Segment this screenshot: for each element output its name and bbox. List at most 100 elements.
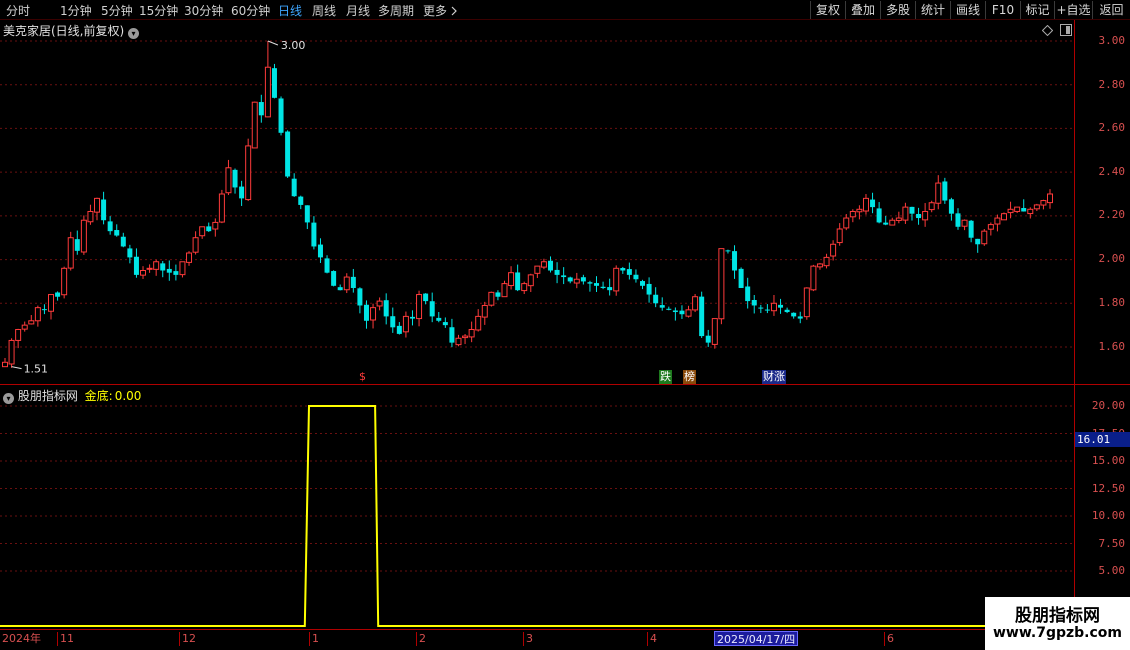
price-tick: 1.80 — [1098, 296, 1126, 309]
candle-body — [146, 267, 153, 270]
candle-body — [212, 221, 219, 230]
period-tab-more[interactable]: 更多 — [423, 2, 458, 19]
event-marker-dollar[interactable]: $ — [358, 370, 367, 384]
candle-body — [607, 287, 613, 291]
candle-body — [114, 230, 120, 236]
mark-button[interactable]: 标记 — [1020, 1, 1054, 19]
candle-body — [350, 276, 356, 288]
date-axis[interactable]: 2024年 11 12 1 2 3 4 5 6 2025/04/17/四 — [0, 629, 1075, 647]
candle-body — [402, 315, 409, 333]
date-label: 2024年 — [2, 632, 41, 645]
candle-body — [594, 283, 600, 286]
watermark-title: 股朋指标网 — [1015, 606, 1100, 626]
candle-body — [856, 208, 863, 213]
candle-body — [521, 283, 528, 292]
candle-body — [1027, 208, 1034, 215]
candle-body — [271, 68, 277, 98]
candle-body — [561, 275, 567, 278]
candle-body — [8, 339, 15, 365]
period-tab-daily[interactable]: 日线 — [278, 2, 302, 19]
candle-body — [41, 309, 47, 311]
f10-button[interactable]: F10 — [985, 1, 1020, 19]
candle-body — [390, 316, 396, 328]
period-tab-15min[interactable]: 15分钟 — [139, 2, 178, 19]
candle-body — [1014, 206, 1021, 212]
multi-stock-button[interactable]: 多股 — [880, 1, 915, 19]
event-marker-drop[interactable]: 跌 — [659, 370, 672, 384]
candle-body — [298, 196, 304, 205]
candle-body — [803, 287, 810, 318]
period-tab-1min[interactable]: 1分钟 — [60, 2, 92, 19]
indicator-chart[interactable] — [0, 385, 1075, 628]
candle-body — [711, 318, 718, 345]
candle-body — [186, 252, 193, 263]
period-tab-60min[interactable]: 60分钟 — [231, 2, 270, 19]
date-label: 4 — [647, 632, 657, 646]
event-marker-finance[interactable]: 财涨 — [762, 370, 786, 384]
period-tab-5min[interactable]: 5分钟 — [101, 2, 133, 19]
candle-body — [423, 293, 429, 302]
candle-body — [462, 335, 469, 339]
candle-body — [28, 320, 35, 325]
stats-button[interactable]: 统计 — [915, 1, 950, 19]
period-tab-multi[interactable]: 多周期 — [378, 2, 414, 19]
candle-body — [127, 248, 133, 258]
indicator-tick: 5.00 — [1098, 564, 1126, 577]
candle-body — [659, 305, 665, 308]
candle-body — [331, 271, 337, 286]
candle-body — [916, 213, 922, 219]
candle-body — [633, 274, 639, 280]
candle-body — [849, 210, 856, 218]
candle-body — [883, 222, 889, 225]
candle-body — [94, 197, 101, 213]
indicator-tick: 12.50 — [1091, 482, 1125, 495]
candle-body — [758, 307, 764, 309]
candle-body — [251, 101, 258, 149]
candle-body — [620, 268, 626, 271]
candle-body — [199, 226, 206, 237]
candle-body — [836, 228, 843, 244]
candle-body — [955, 213, 961, 227]
draw-line-button[interactable]: 画线 — [950, 1, 985, 19]
fuquan-button[interactable]: 复权 — [810, 1, 845, 19]
add-watchlist-button[interactable]: +自选 — [1054, 1, 1092, 19]
candle-body — [948, 199, 954, 214]
back-button[interactable]: 返回 — [1092, 1, 1130, 19]
candle-body — [909, 206, 915, 214]
candle-body — [311, 222, 317, 247]
date-cursor-label: 2025/04/17/四 — [714, 631, 799, 646]
candle-body — [34, 307, 41, 322]
candle-body — [324, 258, 330, 273]
candle-body — [107, 221, 113, 232]
period-tab-fenshi[interactable]: 分时 — [6, 2, 30, 19]
candle-body — [179, 261, 186, 276]
candle-body — [672, 310, 678, 313]
candle-body — [626, 269, 632, 275]
candle-body — [870, 199, 876, 208]
event-marker-rank[interactable]: 榜 — [683, 370, 696, 384]
watermark: 股朋指标网 www.7gpzb.com — [985, 597, 1130, 650]
candle-body — [225, 167, 232, 194]
candle-body — [1033, 204, 1040, 210]
candle-body — [784, 309, 790, 313]
candle-body — [153, 261, 160, 270]
candle-body — [455, 337, 462, 346]
candle-body — [738, 268, 744, 288]
candle-body — [80, 219, 87, 253]
candle-body — [961, 219, 968, 227]
kline-chart[interactable]: 3.00 1.51 — [0, 20, 1075, 384]
overlay-button[interactable]: 叠加 — [845, 1, 880, 19]
price-tick: 2.20 — [1098, 208, 1126, 221]
date-label: 2 — [416, 632, 426, 646]
candle-body — [764, 309, 770, 311]
candle-body — [653, 294, 659, 304]
candle-body — [613, 267, 620, 292]
period-tab-weekly[interactable]: 周线 — [312, 2, 336, 19]
candle-body — [928, 202, 935, 211]
candle-body — [1047, 193, 1053, 204]
candle-body — [488, 291, 495, 306]
period-tab-monthly[interactable]: 月线 — [346, 2, 370, 19]
price-tick: 2.60 — [1098, 121, 1126, 134]
watermark-url: www.7gpzb.com — [992, 625, 1122, 641]
period-tab-30min[interactable]: 30分钟 — [184, 2, 223, 19]
